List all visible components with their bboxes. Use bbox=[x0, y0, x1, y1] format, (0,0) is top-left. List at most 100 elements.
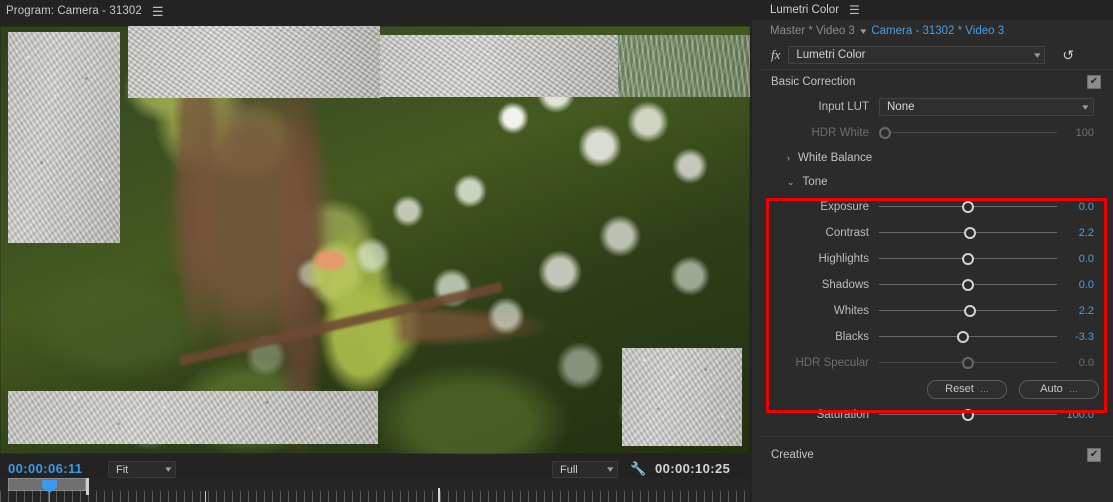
tone-param-slider[interactable] bbox=[879, 328, 1057, 346]
auto-button[interactable]: Auto … bbox=[1019, 379, 1099, 399]
white-balance-disclosure[interactable]: › White Balance bbox=[761, 146, 1113, 170]
program-monitor-canvas[interactable] bbox=[0, 26, 750, 454]
input-lut-row: Input LUT None ▾ bbox=[761, 94, 1113, 120]
scrubber-marker-2 bbox=[438, 488, 440, 502]
tone-param-slider[interactable] bbox=[879, 354, 1057, 372]
playback-resolution-value: Full bbox=[560, 463, 578, 476]
tone-param-slider[interactable] bbox=[879, 250, 1057, 268]
chevron-down-icon[interactable]: ▾ bbox=[860, 26, 866, 37]
chevron-down-icon: ⌄ bbox=[787, 176, 795, 187]
tone-param-value[interactable]: 0.0 bbox=[1057, 253, 1103, 265]
clip-selector-bar: Master * Video 3 ▾ Camera - 31302 * Vide… bbox=[761, 20, 1113, 42]
overlay-crop-bottom-right bbox=[622, 348, 742, 446]
effect-name-select[interactable]: Lumetri Color ▾ bbox=[788, 46, 1046, 64]
hdr-white-label: HDR White bbox=[811, 127, 869, 139]
slider-knob[interactable] bbox=[962, 409, 974, 421]
input-lut-label: Input LUT bbox=[818, 101, 870, 113]
scrubber-ticks bbox=[0, 491, 750, 502]
slider-track bbox=[879, 132, 1057, 133]
tone-param-row: Contrast 2.2 bbox=[761, 220, 1113, 246]
effect-selector-row: fx Lumetri Color ▾ ↺ bbox=[761, 42, 1113, 68]
master-clip-label[interactable]: Master * Video 3 bbox=[770, 25, 855, 37]
slider-knob[interactable] bbox=[962, 279, 974, 291]
chevron-right-icon: › bbox=[787, 153, 790, 163]
program-monitor-header: Program: Camera - 31302 ☰ bbox=[0, 0, 750, 22]
tone-param-row: Blacks -3.3 bbox=[761, 324, 1113, 350]
creative-checkbox[interactable] bbox=[1087, 448, 1101, 462]
lumetri-color-panel: Lumetri Color ☰ Master * Video 3 ▾ Camer… bbox=[752, 0, 1113, 502]
tone-param-label: HDR Specular bbox=[795, 357, 870, 369]
active-clip-label[interactable]: Camera - 31302 * Video 3 bbox=[871, 25, 1004, 37]
duration-timecode[interactable]: 00:00:10:25 bbox=[655, 461, 730, 476]
slider-knob[interactable] bbox=[962, 201, 974, 213]
slider-knob[interactable] bbox=[963, 305, 976, 317]
tone-disclosure[interactable]: ⌄ Tone bbox=[761, 170, 1113, 194]
zoom-level-select[interactable]: Fit ▾ bbox=[108, 461, 176, 478]
saturation-slider[interactable] bbox=[879, 406, 1057, 424]
tone-param-label: Shadows bbox=[821, 279, 869, 291]
tone-param-label: Blacks bbox=[835, 331, 869, 343]
current-timecode[interactable]: 00:00:06:11 bbox=[8, 461, 83, 476]
reset-arrow-icon[interactable]: ↺ bbox=[1062, 47, 1074, 64]
slider-knob[interactable] bbox=[879, 127, 891, 139]
tone-param-value[interactable]: 2.2 bbox=[1057, 305, 1103, 317]
playback-resolution-select[interactable]: Full ▾ bbox=[552, 461, 618, 478]
effect-name-value: Lumetri Color bbox=[796, 49, 866, 61]
basic-correction-label: Basic Correction bbox=[771, 76, 856, 88]
tone-param-value[interactable]: -3.3 bbox=[1057, 331, 1103, 343]
tone-param-row: Shadows 0.0 bbox=[761, 272, 1113, 298]
divider bbox=[761, 436, 1113, 437]
lumetri-panel-title: Lumetri Color bbox=[770, 4, 840, 16]
overlay-crop-bottom-left bbox=[8, 391, 378, 444]
tone-param-slider[interactable] bbox=[879, 198, 1057, 216]
chevron-down-icon: ▾ bbox=[1033, 49, 1041, 60]
tone-parameter-list: Exposure 0.0 Contrast 2.2 Highlights 0.0 Shado… bbox=[761, 194, 1113, 376]
tone-param-value[interactable]: 2.2 bbox=[1057, 227, 1103, 239]
slider-knob[interactable] bbox=[956, 331, 969, 343]
tone-label: Tone bbox=[802, 176, 828, 188]
input-lut-select[interactable]: None ▾ bbox=[879, 98, 1094, 116]
hamburger-menu-icon[interactable]: ☰ bbox=[849, 3, 860, 17]
ellipsis-icon: … bbox=[1068, 384, 1078, 394]
tone-param-slider[interactable] bbox=[879, 276, 1057, 294]
overlay-crop-left bbox=[8, 32, 120, 243]
overlay-crop-grass bbox=[618, 35, 750, 97]
tone-param-value[interactable]: 0.0 bbox=[1057, 201, 1103, 213]
program-monitor-panel: Program: Camera - 31302 ☰ 00:00:06:11 Fi… bbox=[0, 0, 750, 502]
work-area-end-handle[interactable] bbox=[86, 478, 89, 495]
overlay-crop-top-right bbox=[380, 35, 618, 97]
fx-icon: fx bbox=[771, 47, 781, 62]
ellipsis-icon: … bbox=[979, 384, 989, 394]
tone-param-row: HDR Specular 0.0 bbox=[761, 350, 1113, 376]
basic-correction-checkbox[interactable] bbox=[1087, 75, 1101, 89]
wrench-icon[interactable]: 🔧 bbox=[630, 461, 646, 477]
hamburger-menu-icon[interactable]: ☰ bbox=[152, 5, 164, 18]
tone-param-value[interactable]: 0.0 bbox=[1057, 357, 1103, 369]
creative-label: Creative bbox=[771, 449, 814, 461]
scrubber-marker-1 bbox=[205, 491, 206, 502]
saturation-label: Saturation bbox=[816, 409, 869, 421]
lumetri-panel-body: Master * Video 3 ▾ Camera - 31302 * Vide… bbox=[761, 20, 1113, 502]
reset-button[interactable]: Reset … bbox=[927, 379, 1007, 399]
zoom-level-value: Fit bbox=[116, 463, 129, 476]
tone-param-slider[interactable] bbox=[879, 302, 1057, 320]
slider-knob[interactable] bbox=[963, 227, 976, 239]
monitor-scrubber[interactable] bbox=[0, 478, 750, 502]
slider-knob[interactable] bbox=[962, 357, 974, 369]
chevron-down-icon: ▾ bbox=[607, 464, 614, 474]
slider-knob[interactable] bbox=[962, 253, 974, 265]
tone-param-value[interactable]: 0.0 bbox=[1057, 279, 1103, 291]
saturation-value[interactable]: 100.0 bbox=[1057, 409, 1103, 421]
hdr-white-slider[interactable] bbox=[879, 124, 1057, 142]
tone-param-row: Whites 2.2 bbox=[761, 298, 1113, 324]
input-lut-value: None bbox=[887, 101, 915, 113]
section-basic-correction[interactable]: Basic Correction bbox=[761, 70, 1113, 94]
hdr-white-value[interactable]: 100 bbox=[1057, 127, 1103, 139]
tone-param-slider[interactable] bbox=[879, 224, 1057, 242]
hdr-white-row: HDR White 100 bbox=[761, 120, 1113, 146]
playhead-line bbox=[49, 491, 50, 502]
tone-param-row: Highlights 0.0 bbox=[761, 246, 1113, 272]
section-creative[interactable]: Creative bbox=[761, 443, 1113, 467]
auto-button-label: Auto bbox=[1040, 383, 1063, 395]
saturation-row: Saturation 100.0 bbox=[761, 402, 1113, 428]
